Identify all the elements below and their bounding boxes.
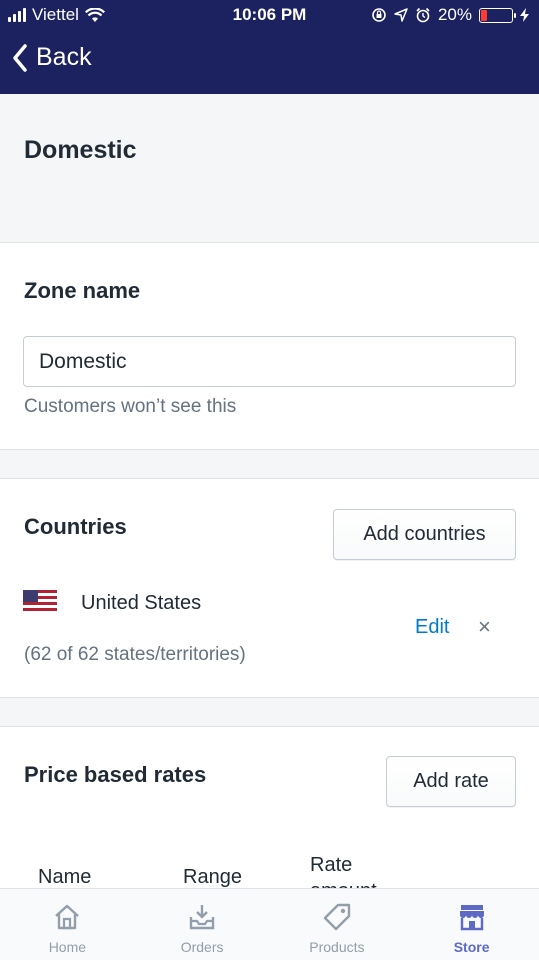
zone-name-input[interactable] bbox=[23, 336, 516, 387]
home-icon bbox=[55, 904, 80, 930]
tab-store-label: Store bbox=[453, 939, 490, 955]
tab-orders[interactable]: Orders bbox=[135, 889, 270, 960]
status-right: 20% bbox=[371, 5, 529, 25]
orientation-lock-icon bbox=[372, 8, 386, 22]
remove-country-icon[interactable]: × bbox=[478, 616, 491, 638]
products-icon bbox=[323, 903, 351, 931]
location-icon bbox=[394, 8, 408, 22]
add-countries-button[interactable]: Add countries bbox=[333, 509, 516, 560]
zone-name-help: Customers won’t see this bbox=[24, 396, 237, 417]
tab-products[interactable]: Products bbox=[270, 889, 405, 960]
orders-icon bbox=[189, 905, 215, 930]
tab-home[interactable]: Home bbox=[0, 889, 135, 960]
us-flag-icon bbox=[23, 590, 57, 614]
tab-bar: Home Orders Products Store bbox=[0, 888, 539, 960]
battery-level bbox=[481, 9, 487, 21]
country-states-count: (62 of 62 states/territories) bbox=[24, 644, 246, 665]
country-name: United States bbox=[81, 592, 202, 614]
battery-percent: 20% bbox=[437, 5, 472, 24]
back-button[interactable]: Back bbox=[12, 43, 92, 72]
back-label: Back bbox=[36, 43, 92, 71]
tab-products-label: Products bbox=[309, 939, 365, 955]
navigation-bar: Back bbox=[0, 30, 539, 94]
price-rates-title: Price based rates bbox=[24, 762, 207, 787]
alarm-icon bbox=[416, 7, 430, 23]
chevron-left-icon bbox=[13, 43, 27, 72]
tab-store[interactable]: Store bbox=[404, 889, 539, 960]
zone-name-title: Zone name bbox=[24, 278, 141, 303]
battery-icon bbox=[479, 7, 516, 23]
charging-icon bbox=[520, 8, 529, 22]
countries-title: Countries bbox=[24, 514, 127, 539]
page-title: Domestic bbox=[24, 136, 137, 164]
column-header-name: Name bbox=[38, 866, 92, 888]
countries-card: Countries Add countries United States (6… bbox=[0, 478, 539, 698]
status-bar: Viettel 10:06 PM 20% bbox=[0, 0, 539, 30]
tab-home-label: Home bbox=[48, 939, 87, 955]
column-header-range: Range bbox=[183, 866, 242, 888]
store-icon bbox=[459, 905, 484, 931]
zone-name-card: Zone name Customers won’t see this bbox=[0, 242, 539, 450]
add-rate-button[interactable]: Add rate bbox=[386, 756, 516, 807]
tab-orders-label: Orders bbox=[180, 939, 224, 955]
edit-country-link[interactable]: Edit bbox=[415, 616, 449, 639]
